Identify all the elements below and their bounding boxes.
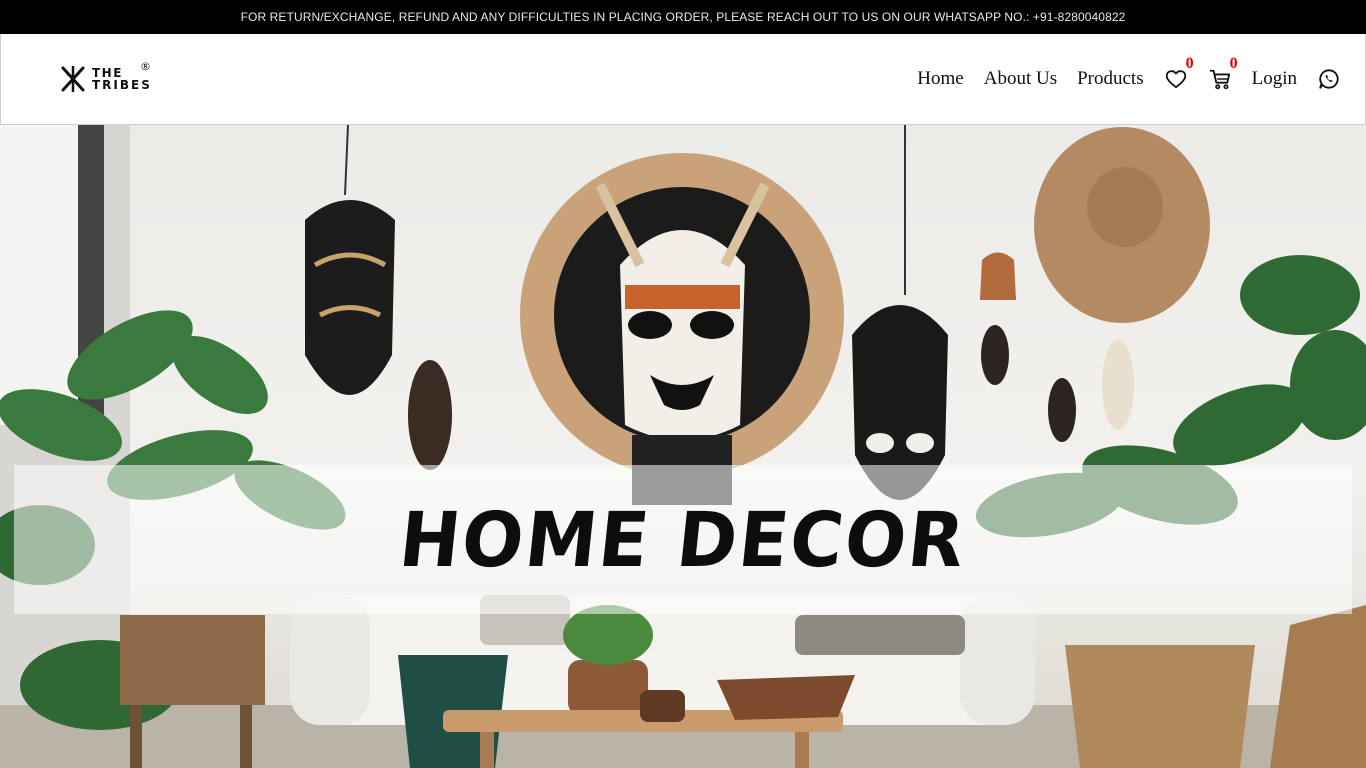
- nav-login[interactable]: Login: [1252, 68, 1297, 90]
- tribes-logo-icon: [61, 66, 85, 92]
- site-logo[interactable]: THE TRIBES ®: [60, 60, 152, 96]
- cart-button[interactable]: 0: [1208, 55, 1238, 91]
- logo-line2: TRIBES: [92, 78, 152, 92]
- wishlist-button[interactable]: 0: [1164, 55, 1194, 91]
- heart-icon: [1165, 70, 1186, 89]
- whatsapp-button[interactable]: [1317, 67, 1341, 91]
- cart-count-badge: 0: [1229, 55, 1238, 72]
- cart-icon: [1209, 69, 1230, 90]
- nav-home[interactable]: Home: [917, 68, 963, 90]
- whatsapp-icon: [1319, 69, 1339, 89]
- nav-products[interactable]: Products: [1077, 68, 1144, 90]
- hero-banner: HOME DECOR: [0, 125, 1366, 768]
- announcement-bar: FOR RETURN/EXCHANGE, REFUND AND ANY DIFF…: [0, 0, 1366, 34]
- registered-mark: ®: [140, 60, 151, 73]
- nav-about-us[interactable]: About Us: [984, 68, 1057, 90]
- hero-title-overlay: HOME DECOR: [14, 465, 1352, 614]
- hero-title: HOME DECOR: [395, 495, 971, 584]
- announcement-text: FOR RETURN/EXCHANGE, REFUND AND ANY DIFF…: [240, 10, 1126, 24]
- main-nav: Home About Us Products 0 0 Login: [917, 34, 1341, 124]
- wishlist-count-badge: 0: [1185, 55, 1194, 72]
- hero-image: [0, 125, 1366, 768]
- site-header: THE TRIBES ® Home About Us Products 0 0 …: [0, 34, 1366, 125]
